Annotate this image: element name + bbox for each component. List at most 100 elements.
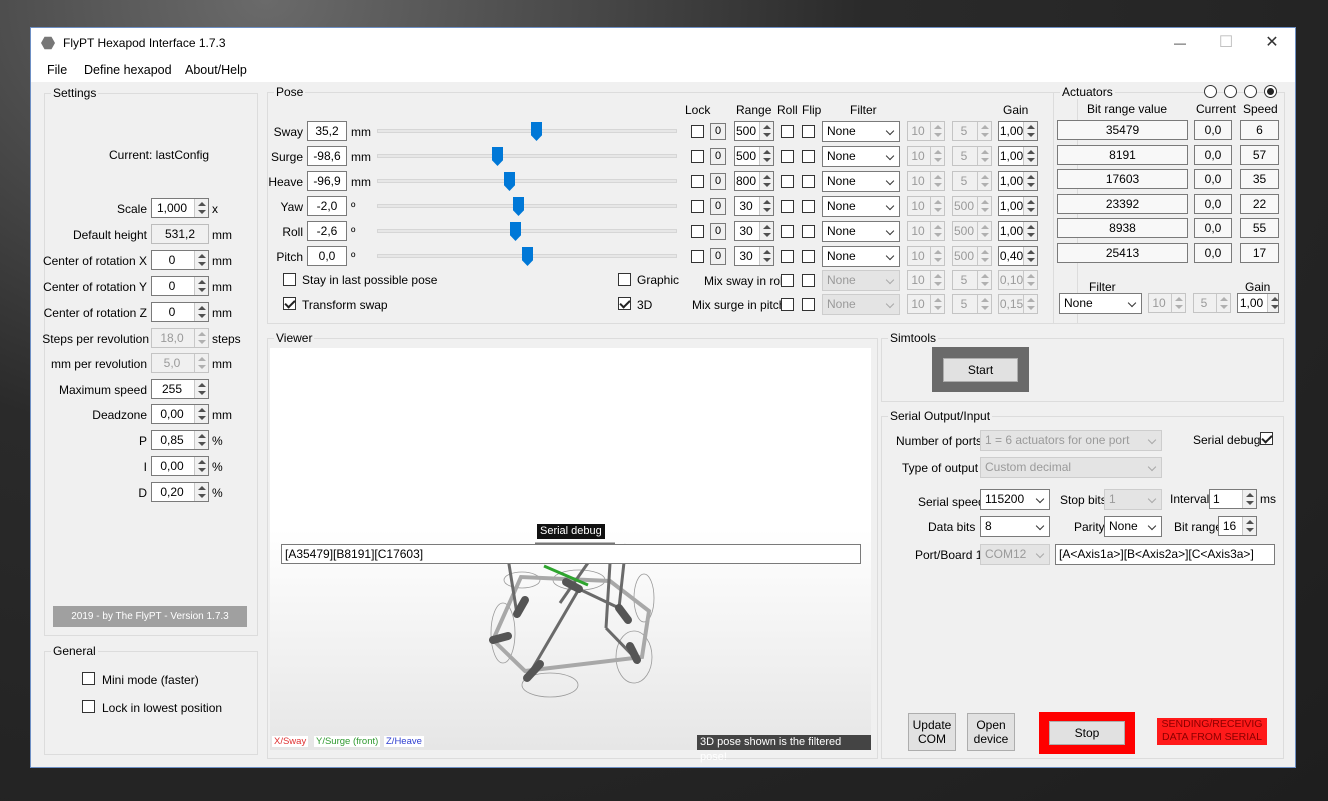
spinner-arrows-icon[interactable] bbox=[1023, 271, 1037, 289]
steps-input[interactable]: 18,0 bbox=[151, 328, 209, 348]
interval-input[interactable]: 1 bbox=[1209, 489, 1257, 509]
pose-roll-zero-button[interactable]: 0 bbox=[710, 223, 726, 240]
stop-button[interactable]: Stop bbox=[1049, 721, 1125, 745]
spinner-arrows-icon[interactable] bbox=[759, 197, 773, 215]
mix-1-roll-checkbox[interactable] bbox=[781, 298, 794, 311]
maximize-button[interactable]: ☐ bbox=[1203, 28, 1249, 58]
view-radio-1[interactable] bbox=[1204, 85, 1217, 98]
spinner-arrows-icon[interactable] bbox=[977, 222, 991, 240]
ports-select[interactable]: 1 = 6 actuators for one port bbox=[980, 430, 1162, 451]
spinner-arrows-icon[interactable] bbox=[1023, 147, 1037, 165]
view-radio-4[interactable] bbox=[1264, 85, 1277, 98]
pose-roll-slider-track[interactable] bbox=[377, 229, 677, 233]
spinner-arrows-icon[interactable] bbox=[1023, 197, 1037, 215]
bit-range-input[interactable]: 16 bbox=[1218, 516, 1257, 536]
spinner-arrows-icon[interactable] bbox=[1023, 222, 1037, 240]
pose-roll-gain-input[interactable]: 1,00 bbox=[998, 221, 1038, 241]
mix-0-filter-param1[interactable]: 10 bbox=[907, 270, 945, 290]
pose-pitch-value[interactable]: 0,0 bbox=[307, 246, 347, 266]
pose-surge-roll-checkbox[interactable] bbox=[781, 150, 794, 163]
act-filter-param1[interactable]: 10 bbox=[1148, 293, 1186, 313]
spinner-arrows-icon[interactable] bbox=[1023, 122, 1037, 140]
pose-surge-filter-param1[interactable]: 10 bbox=[907, 146, 945, 166]
3d-viewer[interactable]: Serial debug [A35479][B8191][C17603] X/S… bbox=[270, 348, 871, 763]
spinner-arrows-icon[interactable] bbox=[1242, 517, 1256, 535]
pose-roll-filter-select[interactable]: None bbox=[822, 221, 900, 242]
spinner-arrows-icon[interactable] bbox=[1267, 294, 1278, 312]
pose-sway-gain-input[interactable]: 1,00 bbox=[998, 121, 1038, 141]
spinner-arrows-icon[interactable] bbox=[194, 329, 208, 347]
pose-pitch-range-input[interactable]: 30 bbox=[734, 246, 774, 266]
spinner-arrows-icon[interactable] bbox=[977, 172, 991, 190]
output-type-select[interactable]: Custom decimal bbox=[980, 457, 1162, 478]
p-input[interactable]: 0,85 bbox=[151, 430, 209, 450]
pose-sway-value[interactable]: 35,2 bbox=[307, 121, 347, 141]
deadzone-input[interactable]: 0,00 bbox=[151, 404, 209, 424]
pose-surge-zero-button[interactable]: 0 bbox=[710, 148, 726, 165]
pose-heave-gain-input[interactable]: 1,00 bbox=[998, 171, 1038, 191]
pose-sway-lock-checkbox[interactable] bbox=[691, 125, 704, 138]
spinner-arrows-icon[interactable] bbox=[930, 295, 944, 313]
spinner-arrows-icon[interactable] bbox=[1171, 294, 1185, 312]
pose-yaw-filter-param2[interactable]: 500 bbox=[952, 196, 992, 216]
pose-surge-filter-select[interactable]: None bbox=[822, 146, 900, 167]
spinner-arrows-icon[interactable] bbox=[930, 197, 944, 215]
spinner-arrows-icon[interactable] bbox=[194, 277, 208, 295]
serial-speed-select[interactable]: 115200 bbox=[980, 489, 1050, 510]
close-button[interactable]: ✕ bbox=[1249, 28, 1295, 58]
pose-yaw-value[interactable]: -2,0 bbox=[307, 196, 347, 216]
spinner-arrows-icon[interactable] bbox=[930, 122, 944, 140]
pose-heave-roll-checkbox[interactable] bbox=[781, 175, 794, 188]
mix-0-filter-select[interactable]: None bbox=[822, 270, 900, 291]
pose-sway-filter-select[interactable]: None bbox=[822, 121, 900, 142]
graphic-checkbox[interactable] bbox=[618, 273, 631, 286]
start-button[interactable]: Start bbox=[943, 358, 1018, 382]
spinner-arrows-icon[interactable] bbox=[194, 303, 208, 321]
pose-sway-flip-checkbox[interactable] bbox=[802, 125, 815, 138]
3d-checkbox[interactable] bbox=[618, 297, 631, 310]
pose-yaw-slider-track[interactable] bbox=[377, 204, 677, 208]
view-radio-3[interactable] bbox=[1244, 85, 1257, 98]
menu-about-help[interactable]: About/Help bbox=[185, 63, 247, 77]
mix-0-flip-checkbox[interactable] bbox=[802, 274, 815, 287]
spinner-arrows-icon[interactable] bbox=[759, 222, 773, 240]
mix-0-roll-checkbox[interactable] bbox=[781, 274, 794, 287]
spinner-arrows-icon[interactable] bbox=[977, 147, 991, 165]
pose-pitch-filter-param1[interactable]: 10 bbox=[907, 246, 945, 266]
serial-debug-output[interactable]: [A35479][B8191][C17603] bbox=[281, 544, 861, 564]
pose-heave-lock-checkbox[interactable] bbox=[691, 175, 704, 188]
spinner-arrows-icon[interactable] bbox=[930, 222, 944, 240]
spinner-arrows-icon[interactable] bbox=[930, 172, 944, 190]
pose-pitch-flip-checkbox[interactable] bbox=[802, 250, 815, 263]
spinner-arrows-icon[interactable] bbox=[977, 295, 991, 313]
menu-file[interactable]: File bbox=[47, 63, 67, 77]
pose-yaw-range-input[interactable]: 30 bbox=[734, 196, 774, 216]
mix-0-filter-param2[interactable]: 5 bbox=[952, 270, 992, 290]
spinner-arrows-icon[interactable] bbox=[194, 457, 208, 475]
pose-yaw-lock-checkbox[interactable] bbox=[691, 200, 704, 213]
spinner-arrows-icon[interactable] bbox=[1242, 490, 1256, 508]
minimize-button[interactable]: — bbox=[1157, 28, 1203, 58]
pose-heave-range-input[interactable]: 800 bbox=[734, 171, 774, 191]
cor-y-input[interactable]: 0 bbox=[151, 276, 209, 296]
spinner-arrows-icon[interactable] bbox=[1216, 294, 1230, 312]
pose-yaw-zero-button[interactable]: 0 bbox=[710, 198, 726, 215]
spinner-arrows-icon[interactable] bbox=[759, 122, 773, 140]
pose-surge-gain-input[interactable]: 1,00 bbox=[998, 146, 1038, 166]
max-speed-input[interactable]: 255 bbox=[151, 379, 209, 399]
port-select[interactable]: COM12 bbox=[980, 544, 1050, 565]
act-filter-param2[interactable]: 5 bbox=[1193, 293, 1231, 313]
stay-last-pose-checkbox[interactable] bbox=[283, 273, 296, 286]
pose-heave-zero-button[interactable]: 0 bbox=[710, 173, 726, 190]
mix-1-gain-input[interactable]: 0,15 bbox=[998, 294, 1038, 314]
pose-heave-flip-checkbox[interactable] bbox=[802, 175, 815, 188]
pose-roll-value[interactable]: -2,6 bbox=[307, 221, 347, 241]
spinner-arrows-icon[interactable] bbox=[930, 247, 944, 265]
spinner-arrows-icon[interactable] bbox=[194, 431, 208, 449]
pose-yaw-filter-param1[interactable]: 10 bbox=[907, 196, 945, 216]
output-format-input[interactable]: [A<Axis1a>][B<Axis2a>][C<Axis3a>] bbox=[1055, 544, 1275, 565]
pose-heave-value[interactable]: -96,9 bbox=[307, 171, 347, 191]
parity-select[interactable]: None bbox=[1104, 516, 1162, 537]
pose-yaw-flip-checkbox[interactable] bbox=[802, 200, 815, 213]
spinner-arrows-icon[interactable] bbox=[977, 271, 991, 289]
